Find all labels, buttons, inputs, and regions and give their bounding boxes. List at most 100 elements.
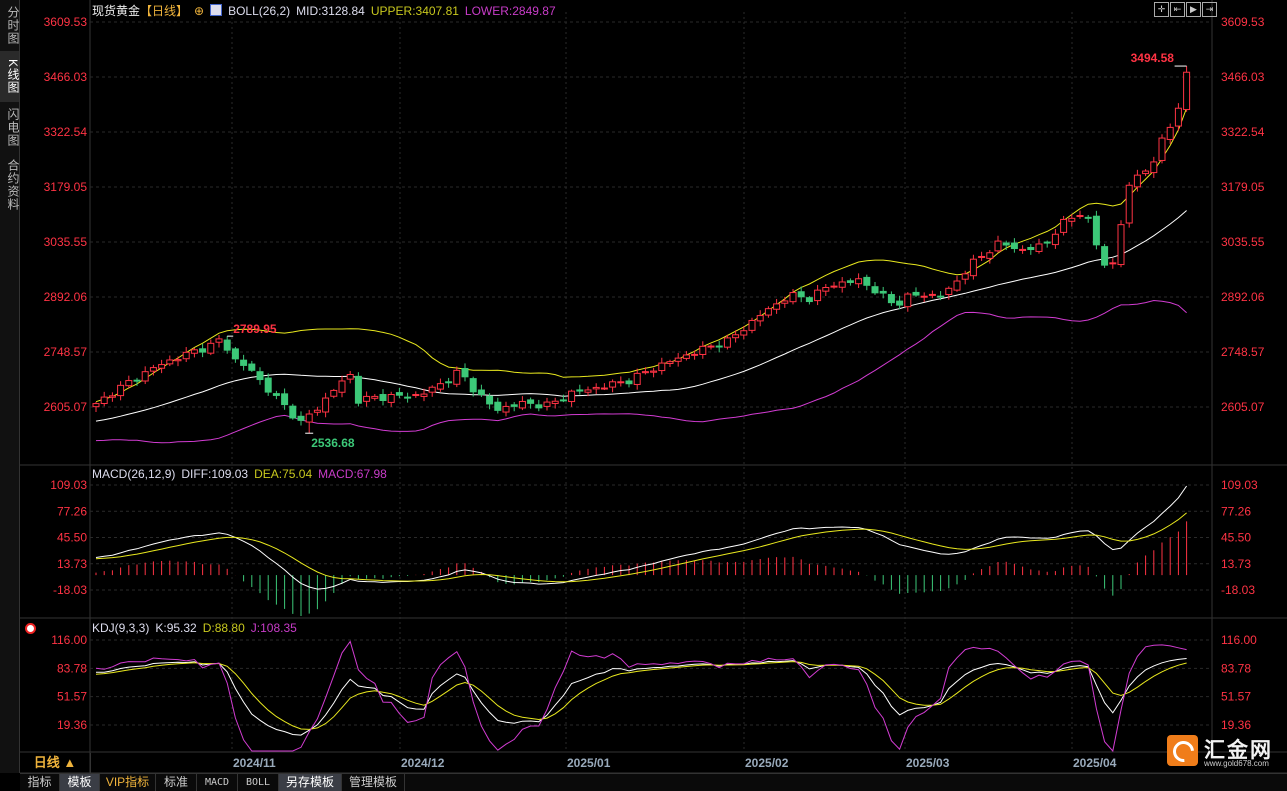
candle-down xyxy=(354,375,362,404)
kdj-tick-right: 116.00 xyxy=(1221,633,1257,647)
indicator-dot-icon[interactable] xyxy=(25,623,36,634)
date-label: 2025/03 xyxy=(906,756,950,770)
instrument-name: 现货黄金 xyxy=(92,4,141,18)
candle-up xyxy=(1125,184,1133,224)
candle-up xyxy=(305,413,313,423)
candle-up xyxy=(125,380,133,387)
kdj-tick-right: 83.78 xyxy=(1221,661,1251,675)
candle-up xyxy=(691,353,699,356)
candle-down xyxy=(281,393,289,406)
kdj-tick-left: 19.36 xyxy=(57,718,87,732)
candle-down xyxy=(1027,246,1035,251)
kdj-tick-left: 51.57 xyxy=(57,690,87,704)
candle-up xyxy=(650,370,658,373)
candle-down xyxy=(625,380,633,385)
kdj-tick-right: 51.57 xyxy=(1221,690,1251,704)
candle-up xyxy=(420,393,428,397)
candle-down xyxy=(461,368,469,378)
candle-down xyxy=(887,294,895,304)
candle-down xyxy=(937,295,945,298)
price-tick-left: 3466.03 xyxy=(44,70,88,84)
tab-save-template[interactable]: 另存模板 xyxy=(279,774,342,791)
boll-mid: MID:3128.84 xyxy=(296,4,365,18)
boll-name: BOLL(26,2) xyxy=(228,4,291,18)
candle-down xyxy=(272,393,280,396)
low-annotation: 2536.68 xyxy=(311,436,355,450)
candle-up xyxy=(518,400,526,409)
candle-up xyxy=(920,295,928,298)
target-icon[interactable]: ⊕ xyxy=(194,4,204,18)
kdj-d: D:88.80 xyxy=(202,621,245,635)
tab-indicator[interactable]: 指标 xyxy=(20,774,60,791)
candle-up xyxy=(1117,224,1125,266)
zoom-in-icon[interactable]: ⇤ xyxy=(1170,2,1185,17)
boll-upper-line xyxy=(95,107,1188,403)
candle-up xyxy=(674,357,682,362)
play-icon[interactable]: ▶ xyxy=(1186,2,1201,17)
candle-down xyxy=(494,401,502,411)
indicator-chart-icon[interactable] xyxy=(210,4,223,16)
tab-vip-indicator[interactable]: VIP指标 xyxy=(100,774,156,791)
price-tick-left: 2748.57 xyxy=(44,345,88,359)
candle-up xyxy=(543,401,551,407)
candle-down xyxy=(1002,242,1010,246)
tab-boll[interactable]: BOLL xyxy=(238,774,279,791)
tab-macd[interactable]: MACD xyxy=(197,774,238,791)
macd-tick-right: 109.03 xyxy=(1221,478,1258,492)
candle-up xyxy=(969,258,977,277)
candle-up xyxy=(190,349,198,354)
candle-down xyxy=(256,371,264,381)
macd-tick-left: 13.73 xyxy=(57,557,87,571)
candle-up xyxy=(748,319,756,331)
candle-up xyxy=(141,371,149,382)
candle-up xyxy=(855,278,863,285)
price-tick-right: 2748.57 xyxy=(1221,345,1265,359)
move-right-icon[interactable]: ⇥ xyxy=(1202,2,1217,17)
candle-up xyxy=(764,308,772,316)
price-tick-right: 3466.03 xyxy=(1221,70,1265,84)
candle-down xyxy=(535,404,543,409)
candle-up xyxy=(732,334,740,339)
tab-template[interactable]: 模板 xyxy=(60,774,100,791)
candle-down xyxy=(1084,216,1092,219)
candle-up xyxy=(1166,126,1174,140)
candle-down xyxy=(486,395,494,405)
date-label: 2025/01 xyxy=(567,756,611,770)
candle-up xyxy=(158,364,166,369)
candle-up xyxy=(1142,170,1150,175)
candle-up xyxy=(436,383,444,390)
period-selector[interactable]: 日线 ▲ xyxy=(20,753,91,773)
candle-up xyxy=(961,273,969,280)
macd-dea: DEA:75.04 xyxy=(254,467,313,481)
candle-up xyxy=(682,354,690,359)
candle-down xyxy=(863,276,871,286)
tab-standard[interactable]: 标准 xyxy=(156,774,197,791)
candle-up xyxy=(609,381,617,388)
candle-up xyxy=(428,386,436,393)
candle-up xyxy=(633,372,641,385)
candle-up xyxy=(166,359,174,365)
candle-up xyxy=(100,396,108,404)
chart-canvas[interactable]: 3609.53 3609.53 3466.03 3466.03 3322.54 3322.… xyxy=(0,0,1287,790)
candle-up xyxy=(207,342,215,354)
candle-up xyxy=(838,281,846,288)
macd-header: MACD(26,12,9) DIFF:109.03 DEA:75.04 MACD:67… xyxy=(92,467,393,481)
candle-down xyxy=(404,396,412,399)
candle-up xyxy=(412,394,420,397)
candle-down xyxy=(1092,215,1100,246)
candle-down xyxy=(240,359,248,366)
candle-up xyxy=(1035,243,1043,252)
candle-down xyxy=(133,379,141,382)
candle-down xyxy=(576,389,584,392)
candle-up xyxy=(666,361,674,365)
kdj-j: J:108.35 xyxy=(250,621,297,635)
crosshair-icon[interactable]: ✛ xyxy=(1154,2,1169,17)
candle-up xyxy=(707,345,715,348)
tab-manage-template[interactable]: 管理模板 xyxy=(342,774,405,791)
candle-up xyxy=(773,303,781,310)
candle-up xyxy=(658,362,666,372)
candle-down xyxy=(445,381,453,384)
candle-down xyxy=(231,348,239,360)
candle-up xyxy=(953,280,961,291)
candle-up xyxy=(584,389,592,393)
